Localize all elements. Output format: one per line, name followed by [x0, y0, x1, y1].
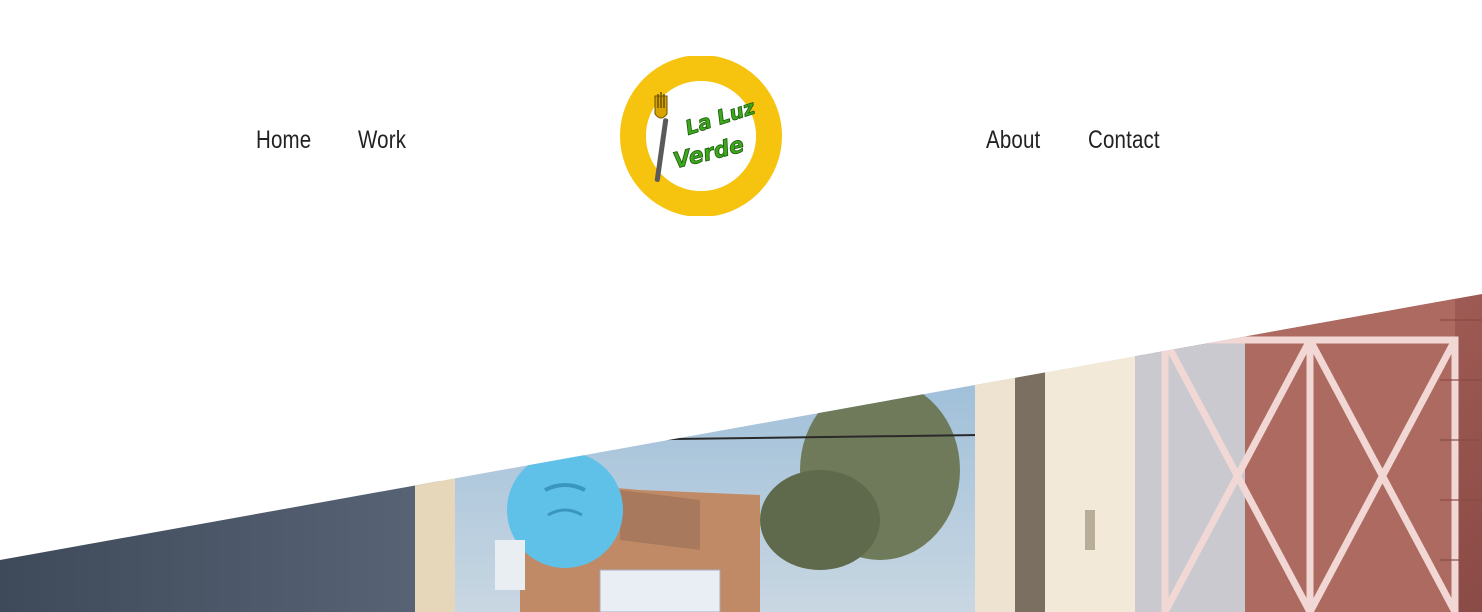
nav-link-work[interactable]: Work [358, 126, 406, 155]
hero-image [0, 294, 1482, 612]
nav-link-contact[interactable]: Contact [1088, 126, 1160, 155]
site-logo[interactable]: La Luz Verde [619, 56, 783, 216]
logo-graphic: La Luz Verde [620, 56, 782, 216]
page: Home Work La Luz Verde About Contact [0, 0, 1482, 612]
nav-link-about[interactable]: About [986, 126, 1040, 155]
nav-link-home[interactable]: Home [256, 126, 311, 155]
